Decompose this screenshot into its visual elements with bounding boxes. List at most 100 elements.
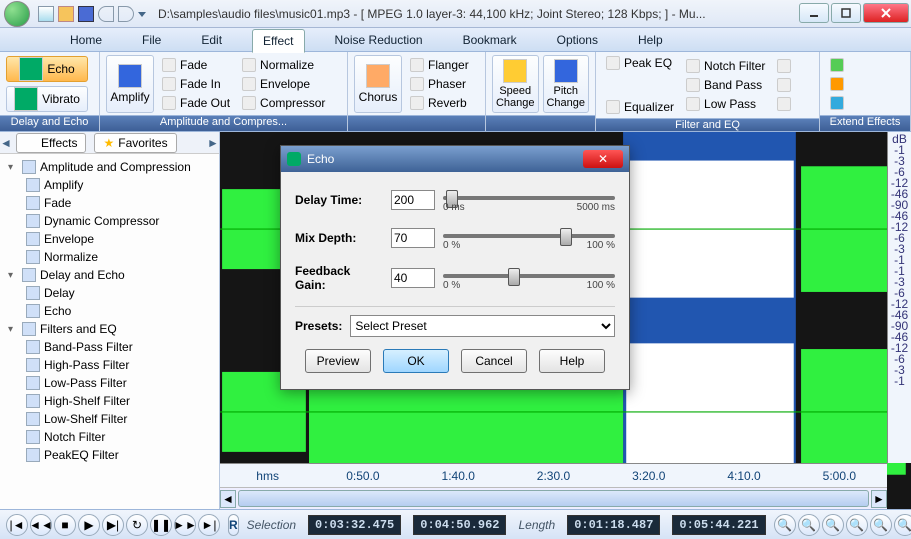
echo-dialog: Echo ✕ Delay Time: 0 ms 5000 ms Mix Dept… [280,145,630,390]
transport-pause-button[interactable]: ❚❚ [150,514,172,536]
tree-item[interactable]: High-Shelf Filter [4,392,215,410]
close-button[interactable] [863,3,909,23]
ribbon-ext3-button[interactable] [826,94,848,112]
tree-group[interactable]: ▾Amplitude and Compression [4,158,215,176]
zoom-in-button[interactable]: 🔍 [798,514,820,536]
ribbon-phaser-button[interactable]: Phaser [406,75,473,93]
transport-play-button[interactable]: ▶ [78,514,100,536]
qat-more-icon[interactable] [138,12,146,17]
presets-select[interactable]: Select Preset [350,315,615,337]
tree-item[interactable]: Notch Filter [4,428,215,446]
tab-effects[interactable]: Effects [16,133,86,153]
qat-save-icon[interactable] [78,6,94,22]
qat-undo-icon[interactable] [98,6,114,22]
transport-skip-end-button[interactable]: ►| [198,514,220,536]
transport-skip-start-button[interactable]: |◄ [6,514,28,536]
tree-item[interactable]: Delay [4,284,215,302]
scroll-thumb[interactable] [238,490,869,507]
panel-prev-icon[interactable]: ◄ [0,136,12,150]
ribbon-speed-button[interactable]: Speed Change [492,55,539,113]
ribbon-equalizer-button[interactable]: Equalizer [602,98,678,116]
menu-effect[interactable]: Effect [252,29,304,53]
tree-item[interactable]: Envelope [4,230,215,248]
mix-depth-input[interactable] [391,228,435,248]
tree-item[interactable]: Low-Pass Filter [4,374,215,392]
transport-loop-button[interactable]: ↻ [126,514,148,536]
maximize-button[interactable] [831,3,861,23]
minimize-button[interactable] [799,3,829,23]
tree-group[interactable]: ▾Filters and EQ [4,320,215,338]
feedback-gain-slider[interactable]: 0 % 100 % [443,266,615,290]
ribbon-peakeq-button[interactable]: Peak EQ [602,54,678,72]
menu-bookmark[interactable]: Bookmark [453,29,527,51]
zoom-vert-out-button[interactable]: 🔍 [894,514,911,536]
ribbon-vibrato-button[interactable]: Vibrato [6,86,88,112]
ribbon-fade-button[interactable]: Fade [158,56,234,74]
tree-item[interactable]: Amplify [4,176,215,194]
ok-button[interactable]: OK [383,349,449,373]
tree-item[interactable]: Low-Shelf Filter [4,410,215,428]
tree-item[interactable]: PeakEQ Filter [4,446,215,464]
transport-forward-button[interactable]: ►► [174,514,196,536]
ribbon-fadein-button[interactable]: Fade In [158,75,234,93]
transport-record-button[interactable]: R [228,514,239,536]
scroll-left-icon[interactable]: ◄ [220,490,236,508]
ribbon-fadeout-button[interactable]: Fade Out [158,94,234,112]
delay-time-input[interactable] [391,190,435,210]
scroll-right-icon[interactable]: ► [871,490,887,508]
tree-item[interactable]: Normalize [4,248,215,266]
tree-item[interactable]: High-Pass Filter [4,356,215,374]
tree-item[interactable]: Dynamic Compressor [4,212,215,230]
zoom-vert-in-button[interactable]: 🔍 [870,514,892,536]
mix-depth-slider[interactable]: 0 % 100 % [443,226,615,250]
menu-noise-reduction[interactable]: Noise Reduction [325,29,433,51]
menu-edit[interactable]: Edit [191,29,232,51]
tree-item[interactable]: Band-Pass Filter [4,338,215,356]
qat-new-icon[interactable] [38,6,54,22]
ribbon-extra3-button[interactable] [773,95,795,113]
feedback-gain-input[interactable] [391,268,435,288]
menu-home[interactable]: Home [60,29,112,51]
ribbon-echo-button[interactable]: Echo [6,56,88,82]
menu-help[interactable]: Help [628,29,673,51]
preview-button[interactable]: Preview [305,349,371,373]
ribbon-pitch-button[interactable]: Pitch Change [543,55,590,113]
zoom-out-button[interactable]: 🔍 [822,514,844,536]
ribbon-lowpass-button[interactable]: Low Pass [682,95,769,113]
tab-favorites[interactable]: ★Favorites [94,133,176,153]
tree-item[interactable]: Echo [4,302,215,320]
zoom-selection-button[interactable]: 🔍 [774,514,796,536]
ribbon-ext1-button[interactable] [826,56,848,74]
ribbon-bandpass-button[interactable]: Band Pass [682,76,769,94]
ribbon-envelope-button[interactable]: Envelope [238,75,329,93]
qat-redo-icon[interactable] [118,6,134,22]
ribbon-compressor-button[interactable]: Compressor [238,94,329,112]
delay-time-slider[interactable]: 0 ms 5000 ms [443,188,615,212]
horizontal-scrollbar[interactable]: ◄ ► [220,487,887,509]
transport-rewind-button[interactable]: ◄◄ [30,514,52,536]
ribbon-extra2-button[interactable] [773,76,795,94]
dialog-close-button[interactable]: ✕ [583,150,623,168]
zoom-fit-button[interactable]: 🔍 [846,514,868,536]
transport-play-selection-button[interactable]: ▶| [102,514,124,536]
cancel-button[interactable]: Cancel [461,349,527,373]
tree-item[interactable]: Fade [4,194,215,212]
menu-options[interactable]: Options [547,29,608,51]
menu-file[interactable]: File [132,29,171,51]
panel-next-icon[interactable]: ► [207,136,219,150]
help-button[interactable]: Help [539,349,605,373]
app-orb-icon[interactable] [4,1,30,27]
dialog-titlebar[interactable]: Echo ✕ [281,146,629,172]
ribbon-reverb-button[interactable]: Reverb [406,94,473,112]
ribbon-chorus-button[interactable]: Chorus [354,55,402,113]
ribbon-flanger-button[interactable]: Flanger [406,56,473,74]
ribbon-normalize-button[interactable]: Normalize [238,56,329,74]
qat-open-icon[interactable] [58,6,74,22]
tree-group[interactable]: ▾Delay and Echo [4,266,215,284]
transport-stop-button[interactable]: ■ [54,514,76,536]
ribbon-notch-button[interactable]: Notch Filter [682,57,769,75]
ribbon-extra1-button[interactable] [773,57,795,75]
effects-tree[interactable]: ▾Amplitude and CompressionAmplifyFadeDyn… [0,154,219,509]
ribbon-amplify-button[interactable]: Amplify [106,55,154,113]
ribbon-ext2-button[interactable] [826,75,848,93]
